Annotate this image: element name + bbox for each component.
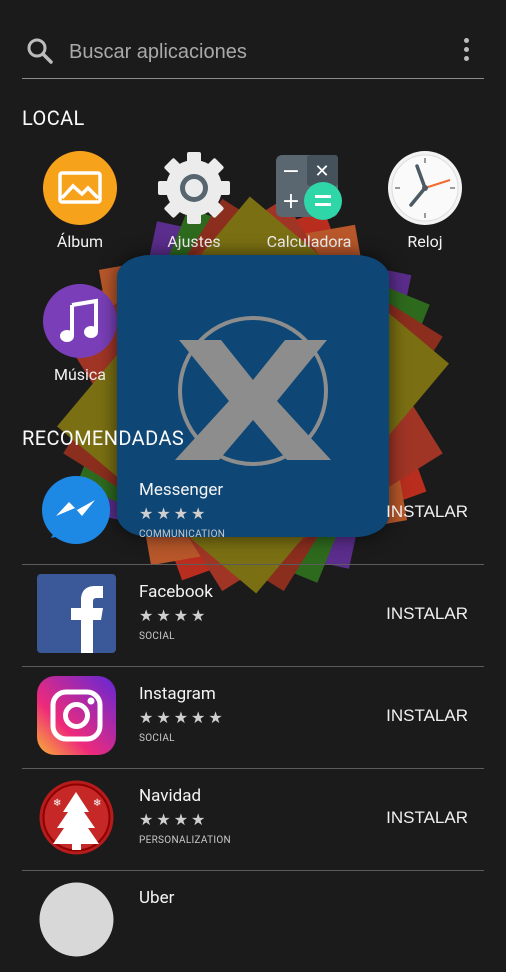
section-title-recommended: RECOMENDADAS [22, 426, 185, 450]
list-item[interactable]: ❄ ❄ Navidad ★★★★ PERSONALIZATION INSTALA… [22, 768, 484, 871]
app-clock[interactable]: Reloj [370, 150, 480, 251]
app-label: Álbum [56, 232, 104, 251]
app-name: Messenger [139, 480, 224, 500]
rating-stars: ★★★★ [139, 606, 209, 625]
list-item[interactable]: Uber [22, 870, 484, 972]
app-label: Reloj [407, 232, 443, 251]
app-calculator[interactable]: − ✕ + Calculadora [254, 150, 364, 251]
svg-text:❄: ❄ [93, 798, 101, 809]
install-button[interactable]: INSTALAR [386, 808, 468, 828]
app-label: Ajustes [167, 232, 221, 251]
svg-text:❄: ❄ [53, 798, 61, 809]
calculator-icon: − ✕ + [271, 150, 347, 226]
rating-stars: ★★★★★ [139, 708, 226, 727]
rating-stars: ★★★★ [139, 504, 209, 523]
install-button[interactable]: INSTALAR [386, 604, 468, 624]
list-item[interactable]: Messenger ★★★★ COMMUNICATION INSTALAR [22, 462, 484, 565]
app-category: SOCIAL [139, 631, 175, 642]
app-name: Uber [139, 888, 175, 908]
gallery-icon [42, 150, 118, 226]
svg-text:+: + [282, 189, 300, 214]
messenger-icon [42, 476, 110, 544]
christmas-tree-icon: ❄ ❄ [39, 780, 114, 855]
app-category: PERSONALIZATION [139, 835, 231, 846]
app-settings[interactable]: Ajustes [139, 150, 249, 251]
settings-gear-icon [156, 150, 232, 226]
instagram-icon [37, 676, 116, 755]
svg-text:✕: ✕ [314, 161, 329, 182]
app-category: COMMUNICATION [139, 529, 226, 540]
svg-text:−: − [282, 159, 300, 184]
app-name: Facebook [139, 582, 213, 602]
list-item[interactable]: Facebook ★★★★ SOCIAL INSTALAR [22, 564, 484, 667]
app-category: SOCIAL [139, 733, 175, 744]
facebook-icon [37, 574, 116, 653]
app-name: Instagram [139, 684, 216, 704]
app-album[interactable]: Álbum [25, 150, 135, 251]
rating-stars: ★★★★ [139, 810, 209, 829]
clock-icon [387, 150, 463, 226]
uber-icon [39, 882, 114, 957]
app-label: Calculadora [266, 232, 352, 251]
music-note-icon [42, 283, 118, 359]
install-button[interactable]: INSTALAR [386, 706, 468, 726]
install-button[interactable]: INSTALAR [386, 502, 468, 522]
app-name: Navidad [139, 786, 202, 806]
list-item[interactable]: Instagram ★★★★★ SOCIAL INSTALAR [22, 666, 484, 769]
